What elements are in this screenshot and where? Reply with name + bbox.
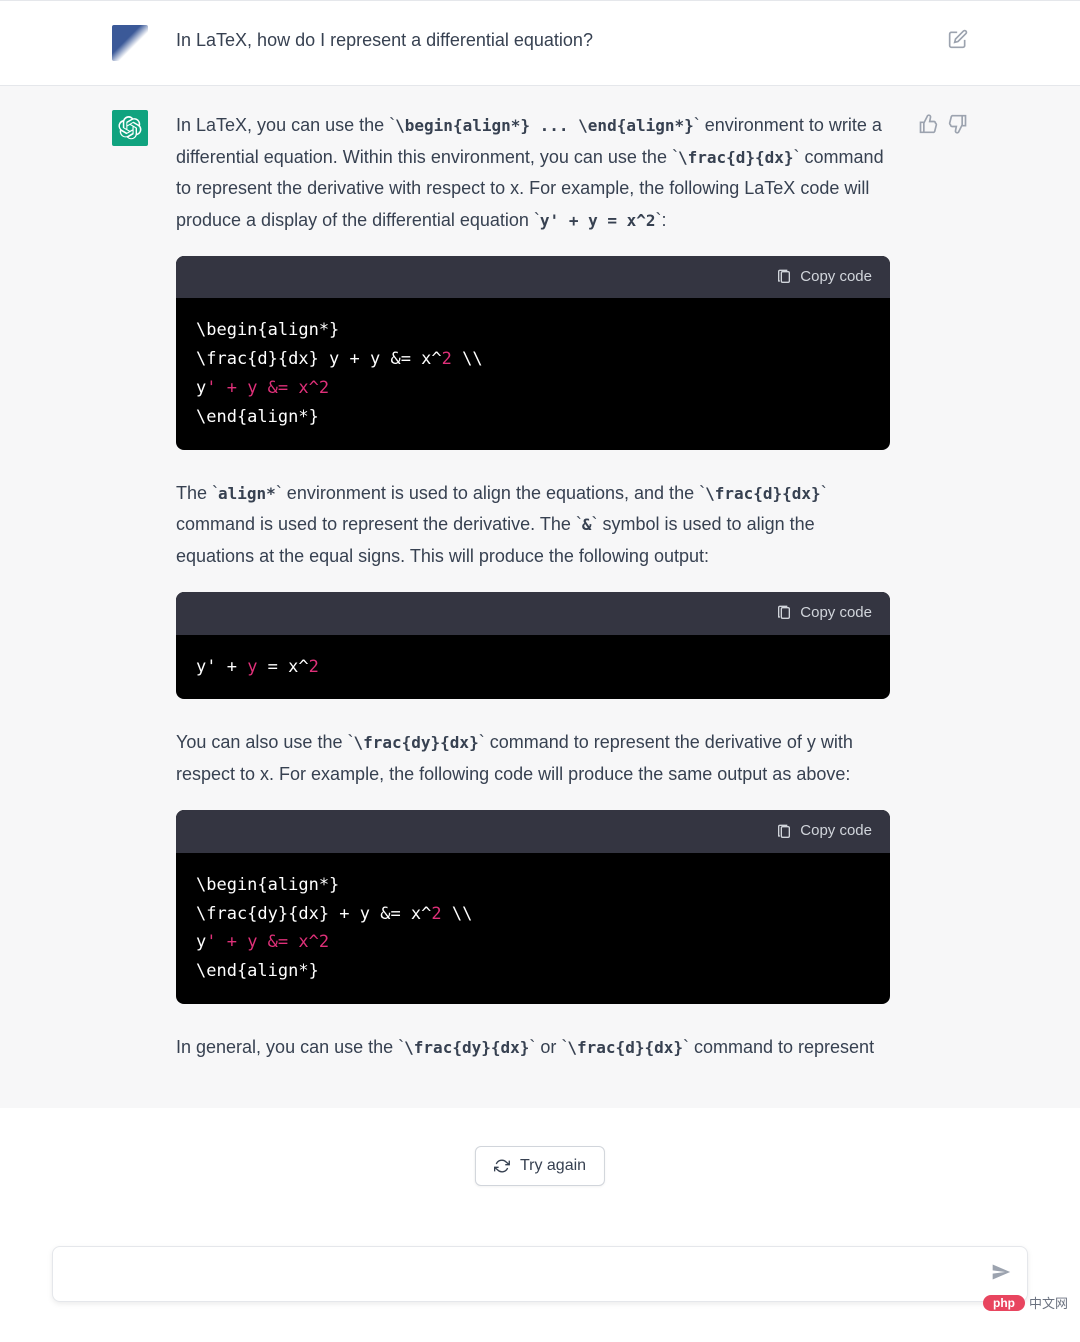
inline-code: \begin{align*} ... \end{align*} [395,116,694,135]
code-block-2: Copy code y' + y = x^2 [176,592,890,699]
inline-code: \frac{dy}{dx} [353,733,478,752]
watermark-pill: php [983,1295,1025,1311]
copy-code-label: Copy code [800,818,872,844]
refresh-icon [494,1158,510,1174]
inline-code: \frac{dy}{dx} [404,1038,529,1057]
code-content: \begin{align*} \frac{d}{dx} y + y &= x^2… [176,298,890,450]
clipboard-icon [776,824,792,840]
message-input-bar[interactable] [52,1246,1028,1302]
message-input[interactable] [69,1265,991,1283]
copy-code-button[interactable]: Copy code [176,256,890,298]
assistant-paragraph-2: The `align*` environment is used to alig… [176,478,890,573]
user-question-text: In LaTeX, how do I represent a different… [176,30,593,50]
copy-code-label: Copy code [800,264,872,290]
edit-icon[interactable] [948,29,968,49]
assistant-avatar [112,110,148,146]
copy-code-button[interactable]: Copy code [176,592,890,634]
user-avatar [112,25,148,61]
try-again-button[interactable]: Try again [475,1146,605,1186]
watermark-text: 中文网 [1029,1293,1068,1312]
inline-code: \frac{d}{dx} [678,148,794,167]
thumbs-down-icon[interactable] [948,114,968,134]
assistant-message: In LaTeX, you can use the `\begin{align*… [176,110,890,1084]
watermark: php 中文网 [983,1293,1068,1312]
assistant-paragraph-3: You can also use the `\frac{dy}{dx}` com… [176,727,890,790]
code-block-1: Copy code \begin{align*} \frac{d}{dx} y … [176,256,890,450]
code-content: \begin{align*} \frac{dy}{dx} + y &= x^2 … [176,853,890,1005]
copy-code-label: Copy code [800,600,872,626]
copy-code-button[interactable]: Copy code [176,810,890,852]
assistant-paragraph-4: In general, you can use the `\frac{dy}{d… [176,1032,890,1064]
assistant-turn: In LaTeX, you can use the `\begin{align*… [0,86,1080,1108]
assistant-paragraph-1: In LaTeX, you can use the `\begin{align*… [176,110,890,236]
code-block-3: Copy code \begin{align*} \frac{dy}{dx} +… [176,810,890,1004]
user-turn: In LaTeX, how do I represent a different… [0,0,1080,86]
thumbs-up-icon[interactable] [918,114,938,134]
try-again-label: Try again [520,1157,586,1175]
inline-code: & [582,515,592,534]
clipboard-icon [776,605,792,621]
clipboard-icon [776,269,792,285]
send-icon[interactable] [991,1262,1011,1287]
inline-code: y' + y = x^2 [540,211,656,230]
inline-code: align* [218,484,276,503]
inline-code: \frac{d}{dx} [567,1038,683,1057]
inline-code: \frac{d}{dx} [705,484,821,503]
user-message: In LaTeX, how do I represent a different… [176,25,920,61]
code-content: y' + y = x^2 [176,635,890,700]
